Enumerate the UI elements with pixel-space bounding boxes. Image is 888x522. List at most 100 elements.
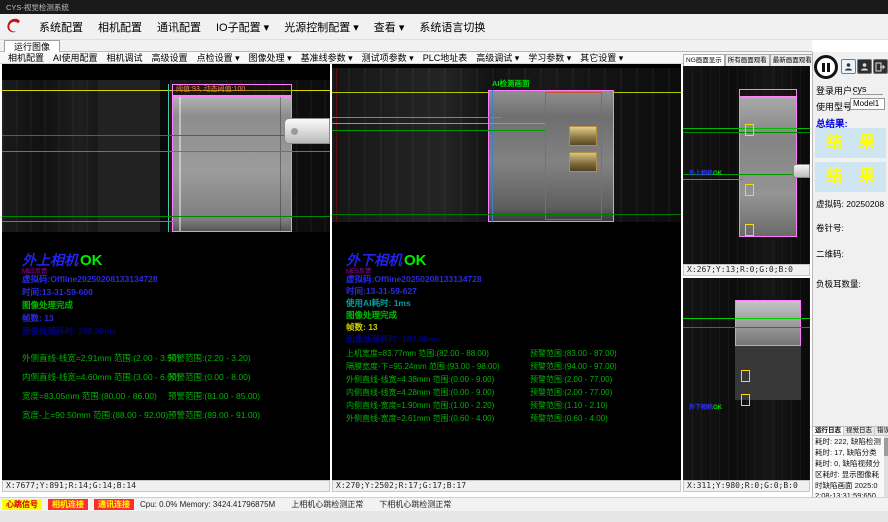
log-scrollbar[interactable] (884, 436, 888, 497)
measurement-value: 上机宽度=83.77mm 范围:(82.00 - 88.00) (346, 349, 489, 358)
window-titlebar[interactable]: CYS-视觉检测系统 (0, 0, 888, 14)
tool-spot-check[interactable]: 点检设置 ▾ (197, 51, 240, 64)
measurement-line-green (332, 214, 681, 215)
tab-all-views[interactable]: 所有画面观看 (725, 54, 770, 66)
process-time-line: 图像处理耗时: 183.00ms (346, 333, 440, 345)
tab-material (569, 126, 597, 146)
tab-material (569, 152, 597, 172)
virtual-code-line: 虚拟码:Offline20250208133134728 (346, 273, 482, 285)
roi-box-yellow (745, 124, 754, 136)
virtual-code-line: 虚拟码:Offline20250208133134728 (22, 273, 158, 285)
measurement-row: 宽度=83.05mm 范围:(80.00 - 86.00) 预警范围:(81.0… (22, 390, 322, 402)
measurement-value: 内侧直线-线宽=4.28mm 范围:(0.00 - 9.00) (346, 388, 494, 397)
tool-plc-address-table[interactable]: PLC地址表 (423, 51, 468, 64)
measurement-line-green (2, 135, 330, 136)
small-view-result: 外上相机OK (689, 168, 722, 177)
qr-code-field: 二维码: (816, 248, 844, 260)
measurement-line-green (2, 221, 174, 222)
login-user-button[interactable] (841, 59, 856, 74)
person-icon (860, 62, 869, 71)
measurement-value: 隔膜宽度-下=95.24mm 范围:(93.00 - 98.00) (346, 362, 500, 371)
measurement-warn-range: 预警范围:(83.00 - 87.00) (530, 348, 617, 359)
pixel-coord-bar-left: X:7677;Y:891;R:14;G:14;B:14 (2, 480, 330, 492)
process-done-line: 图像处理完成 (346, 309, 397, 321)
camera-view-outer-lower: AI检测画面 外下相机OK MES反馈 虚拟码:Offline202502081… (332, 64, 681, 480)
measurement-value: 外侧直线-宽度=2.61mm 范围:(0.60 - 4.00) (346, 414, 494, 423)
model-select[interactable]: Model1 (850, 98, 885, 110)
measurement-line-green (332, 123, 545, 124)
measurement-warn-range: 预警范围:(2.20 - 3.20) (168, 352, 251, 364)
tool-ai-usage-config[interactable]: AI使用配置 (53, 51, 98, 64)
upper-camera-heartbeat-status: 上相机心跳检测正常 (291, 499, 363, 510)
tab-run-log[interactable]: 运行日志 (813, 427, 844, 435)
measurement-line-green (2, 151, 330, 152)
tab-vision-log[interactable]: 视觉日志 (844, 427, 875, 435)
small-view-upper-camera[interactable]: 外上相机OK (683, 66, 810, 264)
log-panel: 运行日志 视觉日志 错误日志 耗时: 222, 缺陷检测耗时: 17, 缺陷分类… (813, 426, 888, 497)
pause-icon (827, 63, 830, 72)
roi-box-yellow (745, 224, 754, 236)
tool-camera-config[interactable]: 相机配置 (8, 51, 44, 64)
login-user-label: 登录用户: (816, 84, 855, 97)
measurement-value: 宽度-上=90.50mm 范围:(88.00 - 92.00) (22, 410, 168, 420)
measurement-row: 宽度-上=90.50mm 范围:(88.00 - 92.00) 预警范围:(89… (22, 409, 322, 421)
small-view-result: 外下相机OK (689, 402, 722, 411)
measurement-value: 内侧直线-线宽=4.60mm 范围:(3.00 - 6.00) (22, 372, 180, 382)
result-ok-status: OK (404, 252, 427, 269)
total-result-box-1: 结 果 (815, 128, 886, 158)
monitor-button[interactable] (857, 59, 872, 74)
measurement-row: 内侧直线-线宽=4.28mm 范围:(0.00 - 9.00) 预警范围:(2.… (346, 387, 676, 398)
pixel-coord-bar-small-lower: X:311;Y:980;R:0;G:0;B:0 (683, 480, 810, 492)
small-view-lower-camera[interactable]: 外下相机OK (683, 278, 810, 480)
menu-item-system-config[interactable]: 系统配置 (39, 19, 83, 35)
menu-bar: 系统配置 相机配置 通讯配置 IO子配置 ▾ 光源控制配置 ▾ 查看 ▾ 系统语… (0, 14, 888, 40)
measurement-row: 外侧直线-线宽=2.91mm 范围:(2.00 - 3.50) 预警范围:(2.… (22, 352, 322, 364)
tab-error-log[interactable]: 错误日志 (875, 427, 888, 435)
menu-item-io-config[interactable]: IO子配置 ▾ (216, 19, 269, 35)
lower-camera-heartbeat-status: 下相机心跳检测正常 (379, 499, 451, 510)
person-icon (844, 62, 853, 71)
menu-item-language-switch[interactable]: 系统语言切换 (419, 19, 485, 35)
roi-box-yellow (741, 394, 750, 406)
tool-test-params[interactable]: 测试项参数 ▾ (362, 51, 414, 64)
measurement-value: 外侧直线-线宽=2.91mm 范围:(2.00 - 3.50) (22, 353, 180, 363)
measurement-row: 外侧直线-宽度=2.61mm 范围:(0.60 - 4.00) 预警范围:(0.… (346, 413, 676, 424)
inspected-part (735, 300, 801, 346)
tool-camera-debug[interactable]: 相机调试 (107, 51, 143, 64)
measurement-line-green (2, 216, 330, 217)
pause-button[interactable] (814, 55, 838, 79)
time-line: 时间:13-31-59-600 (22, 286, 93, 298)
exit-button[interactable] (873, 59, 888, 74)
tool-image-processing[interactable]: 图像处理 ▾ (249, 51, 292, 64)
camera-image-outer-upper[interactable]: 阈值:93, 动态阈值:100 (2, 80, 330, 232)
measurement-warn-range: 预警范围:(1.10 - 2.10) (530, 400, 608, 411)
tool-other-settings[interactable]: 其它设置 ▾ (580, 51, 623, 64)
tab-latest-views[interactable]: 最新画面观看 (770, 54, 815, 66)
tool-baseline-params[interactable]: 基准线参数 ▾ (301, 51, 353, 64)
menu-item-view[interactable]: 查看 ▾ (374, 19, 405, 35)
frame-count-line: 帧数: 13 (346, 321, 378, 333)
negative-tab-count-field: 负极耳数量: (816, 278, 861, 290)
menu-item-light-config[interactable]: 光源控制配置 ▾ (284, 19, 359, 35)
menu-item-comm-config[interactable]: 通讯配置 (157, 19, 201, 35)
measurement-warn-range: 预警范围:(0.00 - 8.00) (168, 371, 251, 383)
tool-advanced-settings[interactable]: 高级设置 (152, 51, 188, 64)
tool-advanced-debug[interactable]: 高级调试 ▾ (476, 51, 519, 64)
status-bar: 心跳信号 相机连接 通讯连接 Cpu: 0.0% Memory: 3424.41… (0, 497, 888, 511)
window-title: CYS-视觉检测系统 (6, 2, 69, 13)
virtual-code-field: 虚拟码: 20250208 (816, 198, 884, 210)
camera-image-outer-lower[interactable]: AI检测画面 (332, 68, 681, 222)
tab-ng-display[interactable]: NG画面显示 (683, 54, 725, 66)
roi-box-yellow (745, 184, 754, 196)
menu-item-camera-config[interactable]: 相机配置 (98, 19, 142, 35)
roi-box-yellow (741, 370, 750, 382)
camera-name: 外上相机 (689, 171, 713, 177)
measurement-line-green (683, 318, 810, 319)
measurement-line-green (332, 117, 502, 118)
model-label: 使用型号: (816, 100, 855, 113)
tool-learning-params[interactable]: 学习参数 ▾ (528, 51, 571, 64)
inspected-part (172, 96, 292, 232)
exit-door-icon (875, 62, 886, 72)
log-scrollbar-thumb[interactable] (884, 438, 888, 456)
edge-line-blue (492, 90, 493, 222)
